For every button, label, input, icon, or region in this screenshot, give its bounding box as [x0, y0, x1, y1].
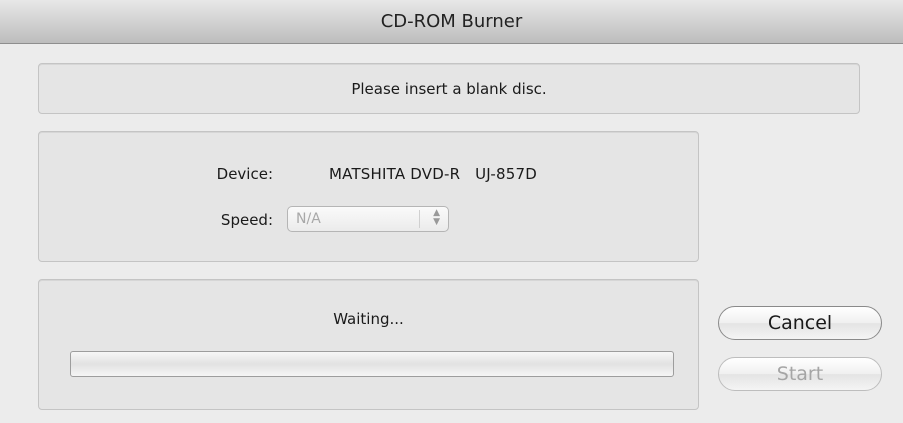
progress-bar: [70, 351, 674, 377]
device-name: MATSHITA DVD-R UJ-857D: [329, 165, 537, 183]
speed-selected-value: N/A: [296, 211, 321, 227]
device-panel: Device: MATSHITA DVD-R UJ-857D Speed: N/…: [38, 131, 699, 262]
cancel-button[interactable]: Cancel: [718, 306, 882, 340]
start-button[interactable]: Start: [718, 357, 882, 391]
status-text: Waiting...: [333, 310, 404, 328]
window-title: CD-ROM Burner: [0, 0, 903, 44]
speed-select[interactable]: N/A ▲ ▼: [287, 206, 449, 232]
message-panel: Please insert a blank disc.: [38, 63, 860, 114]
select-divider: [419, 210, 420, 228]
device-label: Device:: [216, 165, 273, 183]
up-down-arrows-icon: ▲ ▼: [433, 208, 440, 227]
instruction-message: Please insert a blank disc.: [351, 80, 547, 98]
speed-label: Speed:: [220, 211, 273, 229]
progress-panel: Waiting...: [38, 279, 699, 410]
